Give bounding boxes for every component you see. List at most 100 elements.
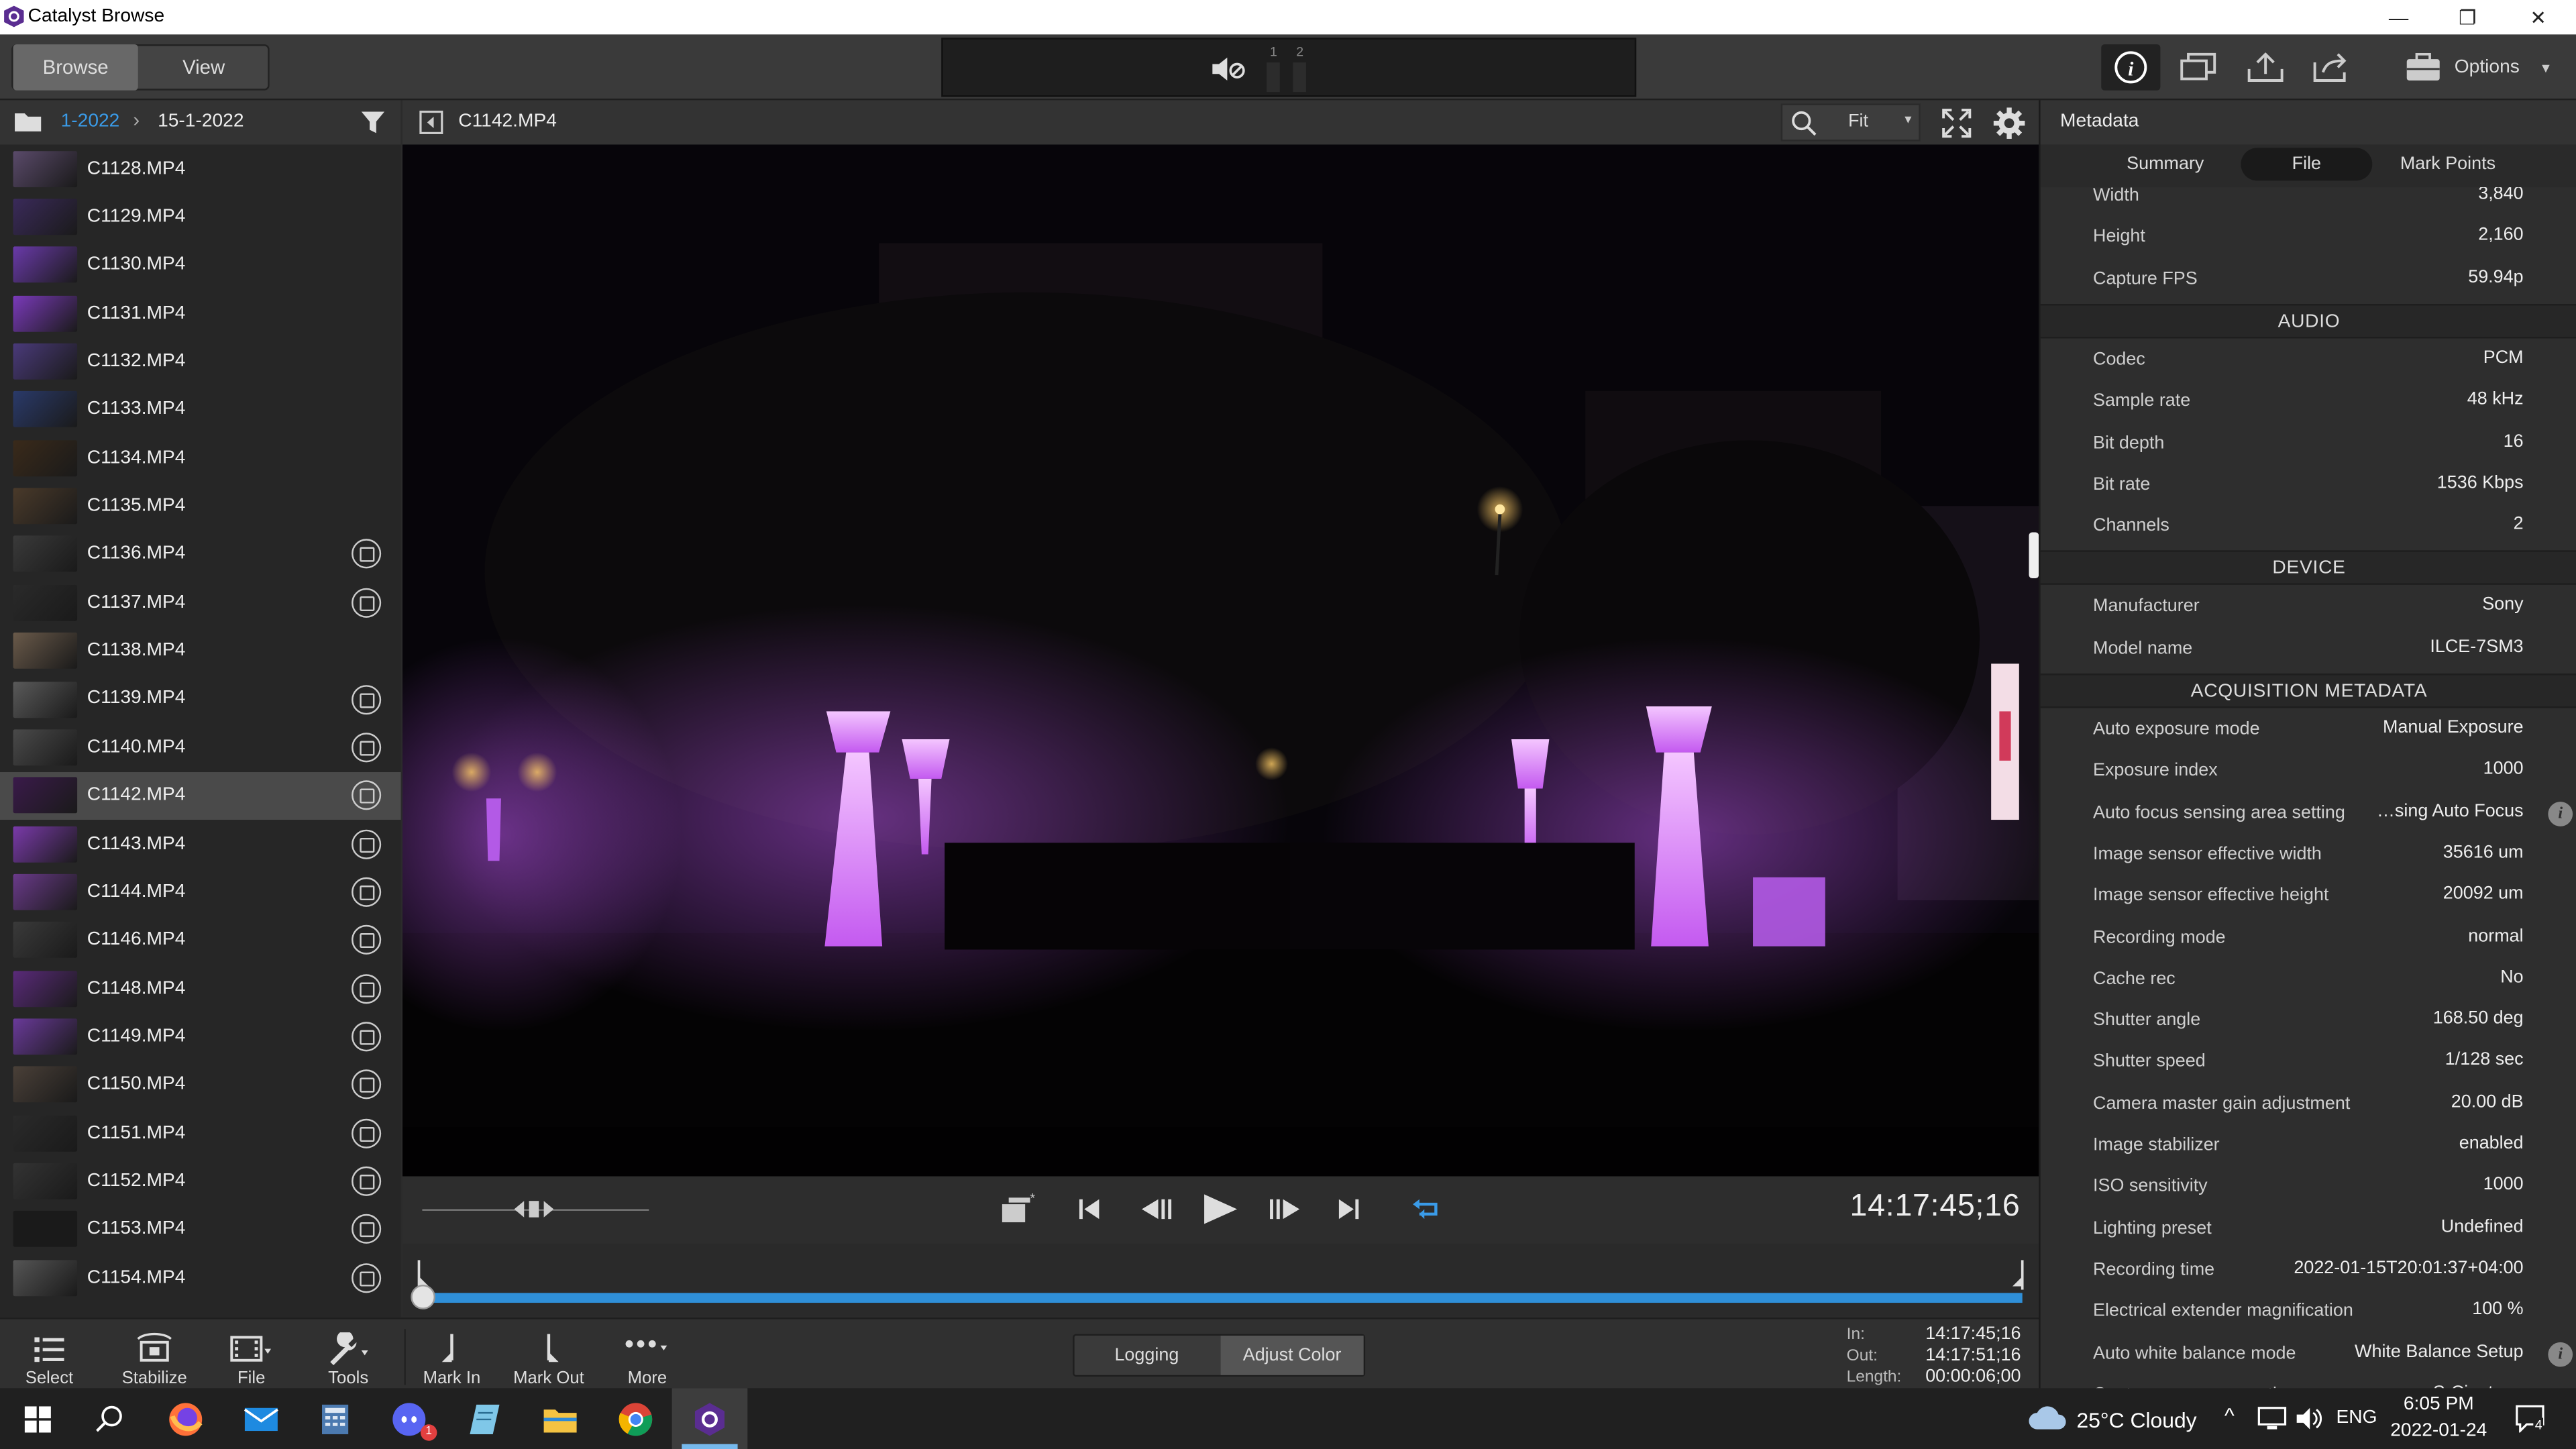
clip-item[interactable]: C1134.MP4: [0, 434, 401, 482]
clip-item[interactable]: C1136.MP4: [0, 531, 401, 579]
clip-item[interactable]: C1150.MP4: [0, 1061, 401, 1109]
more-menu-button[interactable]: More: [598, 1326, 696, 1388]
view-tab[interactable]: View: [142, 44, 266, 91]
filter-icon[interactable]: [360, 110, 386, 135]
proxy-icon[interactable]: [352, 539, 382, 570]
taskbar-file-explorer[interactable]: [523, 1388, 598, 1449]
fullscreen-icon[interactable]: [1942, 109, 1972, 138]
clip-item[interactable]: C1138.MP4: [0, 627, 401, 675]
logging-tab[interactable]: Logging: [1075, 1336, 1220, 1375]
play-icon[interactable]: [1199, 1193, 1239, 1226]
proxy-icon[interactable]: [352, 973, 382, 1004]
taskbar-catalyst[interactable]: [672, 1388, 748, 1449]
clip-item[interactable]: C1130.MP4: [0, 241, 401, 289]
clip-item[interactable]: C1153.MP4: [0, 1205, 401, 1254]
proxy-icon[interactable]: [352, 1070, 382, 1100]
clip-item[interactable]: C1135.MP4: [0, 482, 401, 531]
adjust-color-tab[interactable]: Adjust Color: [1220, 1336, 1364, 1375]
tab-file[interactable]: File: [2241, 148, 2373, 181]
shuttle-handle-icon[interactable]: [514, 1199, 554, 1219]
stabilize-button[interactable]: Stabilize: [105, 1326, 204, 1388]
proxy-icon[interactable]: [352, 828, 382, 859]
search-button[interactable]: [72, 1388, 148, 1449]
metadata-list[interactable]: Width 3,840 Height 2,160 Capture FPS 59.94p AU…: [2040, 187, 2576, 1388]
file-menu-button[interactable]: File: [202, 1326, 301, 1388]
clip-item[interactable]: C1154.MP4: [0, 1254, 401, 1302]
proxy-icon[interactable]: [352, 1263, 382, 1293]
search-icon[interactable]: [1790, 110, 1817, 136]
minimize-button[interactable]: —: [2364, 0, 2433, 34]
clip-item[interactable]: C1148.MP4: [0, 964, 401, 1012]
clip-item[interactable]: C1131.MP4: [0, 289, 401, 337]
language-indicator[interactable]: ENG: [2336, 1408, 2377, 1428]
clip-item[interactable]: C1151.MP4: [0, 1109, 401, 1157]
right-panel-handle[interactable]: [2029, 532, 2039, 579]
clip-item[interactable]: C1137.MP4: [0, 578, 401, 627]
clip-item[interactable]: C1139.MP4: [0, 675, 401, 723]
proxy-icon[interactable]: [352, 732, 382, 762]
copy-button[interactable]: [2169, 44, 2228, 91]
breadcrumb-parent[interactable]: 1-2022: [61, 112, 120, 131]
volume-icon[interactable]: [2295, 1406, 2324, 1431]
taskbar-notepad[interactable]: [447, 1388, 523, 1449]
mark-out-button[interactable]: Mark Out: [499, 1326, 598, 1388]
gear-icon[interactable]: [1993, 107, 2026, 140]
snapshot-icon[interactable]: *: [999, 1191, 1035, 1228]
clip-item[interactable]: C1144.MP4: [0, 868, 401, 916]
proxy-icon[interactable]: [352, 1214, 382, 1244]
restore-button[interactable]: ❐: [2433, 0, 2502, 34]
proxy-icon[interactable]: [352, 780, 382, 810]
tab-mark-points[interactable]: Mark Points: [2382, 148, 2514, 180]
proxy-icon[interactable]: [352, 1022, 382, 1052]
go-to-end-icon[interactable]: [1336, 1196, 1362, 1222]
step-forward-icon[interactable]: [1269, 1196, 1305, 1222]
proxy-icon[interactable]: [352, 684, 382, 714]
go-to-start-icon[interactable]: [1076, 1196, 1102, 1222]
info-icon[interactable]: i: [2548, 1341, 2573, 1366]
taskbar-mail[interactable]: [223, 1388, 299, 1449]
clock-date[interactable]: 2022-01-24: [2390, 1421, 2487, 1440]
proxy-icon[interactable]: [352, 1118, 382, 1148]
timeline-track[interactable]: [422, 1293, 2023, 1303]
clock-time[interactable]: 6:05 PM: [2404, 1395, 2474, 1414]
taskbar-calculator[interactable]: [297, 1388, 373, 1449]
clip-item[interactable]: C1146.MP4: [0, 916, 401, 965]
weather-text[interactable]: 25°C Cloudy: [2077, 1408, 2197, 1433]
proxy-icon[interactable]: [352, 588, 382, 618]
clip-item[interactable]: C1142.MP4: [0, 771, 401, 820]
clip-item[interactable]: C1128.MP4: [0, 145, 401, 193]
clip-item[interactable]: C1152.MP4: [0, 1157, 401, 1205]
clip-item[interactable]: C1149.MP4: [0, 1012, 401, 1061]
clip-item[interactable]: C1143.MP4: [0, 820, 401, 868]
mute-icon[interactable]: [1209, 54, 1248, 84]
options-menu-button[interactable]: Options ▼: [2396, 44, 2568, 91]
tools-menu-button[interactable]: Tools: [299, 1326, 398, 1388]
mark-in-button[interactable]: Mark In: [402, 1326, 501, 1388]
proxy-icon[interactable]: [352, 1166, 382, 1196]
info-button[interactable]: i: [2101, 44, 2161, 91]
browse-tab[interactable]: Browse: [13, 44, 138, 91]
zoom-select[interactable]: Fit: [1848, 112, 1868, 131]
playhead[interactable]: [411, 1285, 435, 1309]
step-back-icon[interactable]: [1137, 1196, 1173, 1222]
chevron-up-icon[interactable]: ^: [2224, 1403, 2235, 1428]
info-icon[interactable]: i: [2548, 801, 2573, 826]
export-button[interactable]: [2303, 44, 2362, 91]
clip-item[interactable]: C1129.MP4: [0, 193, 401, 241]
taskbar-chrome[interactable]: [598, 1388, 674, 1449]
timeline-scrubber[interactable]: [402, 1243, 2039, 1316]
mark-out-flag-icon[interactable]: [2011, 1260, 2027, 1290]
collapse-panel-icon[interactable]: [419, 110, 443, 135]
taskbar-discord[interactable]: 1: [373, 1388, 449, 1449]
upload-button[interactable]: [2236, 44, 2295, 91]
taskbar-firefox[interactable]: [148, 1388, 223, 1449]
tab-summary[interactable]: Summary: [2100, 148, 2231, 180]
folder-icon[interactable]: [13, 110, 43, 133]
proxy-icon[interactable]: [352, 925, 382, 955]
clip-item[interactable]: C1140.MP4: [0, 723, 401, 771]
cloud-icon[interactable]: [2027, 1405, 2067, 1431]
close-button[interactable]: ✕: [2504, 0, 2573, 34]
proxy-icon[interactable]: [352, 877, 382, 907]
clip-item[interactable]: C1132.MP4: [0, 337, 401, 386]
start-button[interactable]: [0, 1388, 76, 1449]
